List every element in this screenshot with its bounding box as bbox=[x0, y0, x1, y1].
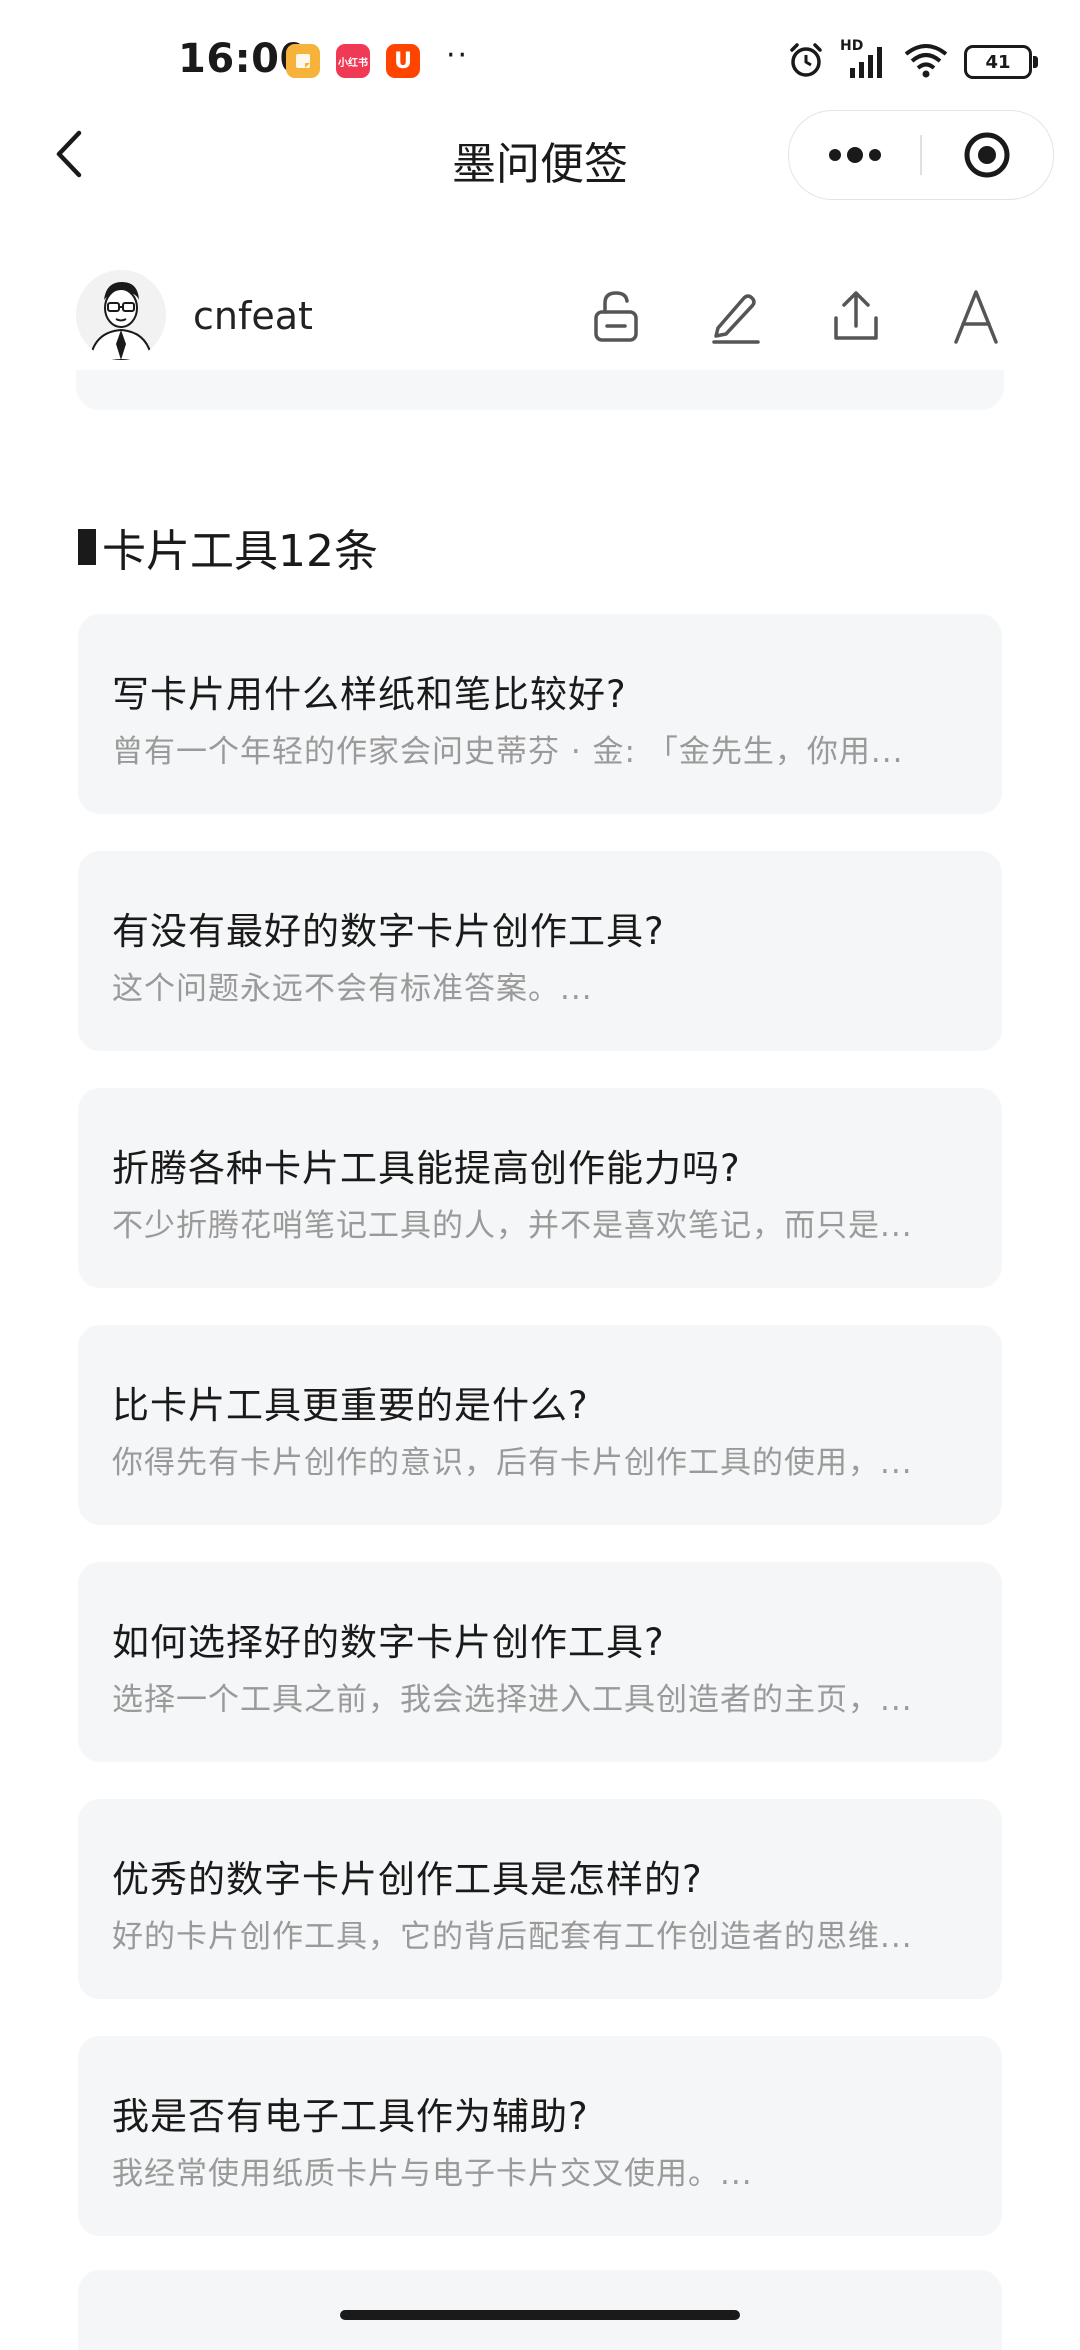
more-dots-icon bbox=[828, 147, 881, 163]
note-card-summary: 你得先有卡片创作的意识，后有卡片创作工具的使用，... bbox=[112, 1445, 913, 1481]
previous-card-bottom bbox=[76, 370, 1004, 410]
nav-bar: 墨问便签 bbox=[0, 110, 1080, 200]
more-notifications-icon: ·· bbox=[446, 38, 470, 73]
wifi-icon bbox=[902, 40, 950, 84]
font-size-button[interactable] bbox=[948, 288, 1004, 344]
author-name[interactable]: cnfeat bbox=[193, 294, 313, 338]
note-card-summary: 我经常使用纸质卡片与电子卡片交叉使用。... bbox=[112, 2156, 753, 2192]
target-circle-icon bbox=[964, 132, 1010, 178]
section-title: 卡片工具12条 bbox=[78, 515, 378, 579]
note-card[interactable]: 优秀的数字卡片创作工具是怎样的? 好的卡片创作工具，它的背后配套有工作创造者的思… bbox=[78, 1799, 1002, 1999]
pencil-icon bbox=[712, 294, 760, 344]
note-card-summary: 好的卡片创作工具，它的背后配套有工作创造者的思维... bbox=[112, 1919, 913, 1955]
note-card-title: 比卡片工具更重要的是什么? bbox=[112, 1384, 589, 1427]
share-button[interactable] bbox=[828, 288, 884, 344]
avatar[interactable] bbox=[76, 270, 166, 360]
note-card-title: 折腾各种卡片工具能提高创作能力吗? bbox=[112, 1147, 741, 1190]
note-card-title: 我是否有电子工具作为辅助? bbox=[112, 2095, 589, 2138]
signal-hd-label: HD bbox=[840, 38, 864, 54]
battery-indicator: 41 bbox=[964, 45, 1038, 79]
note-card-title: 优秀的数字卡片创作工具是怎样的? bbox=[112, 1858, 703, 1901]
mini-program-capsule bbox=[788, 110, 1054, 200]
section-marker bbox=[78, 529, 96, 565]
section-title-text: 卡片工具12条 bbox=[102, 526, 378, 577]
edit-button[interactable] bbox=[708, 288, 764, 344]
cellular-signal-icon: HD bbox=[840, 38, 888, 82]
author-row: cnfeat bbox=[76, 270, 1004, 370]
notes-app-icon bbox=[286, 44, 320, 78]
note-card[interactable]: 有没有最好的数字卡片创作工具? 这个问题永远不会有标准答案。... bbox=[78, 851, 1002, 1051]
home-indicator[interactable] bbox=[340, 2310, 740, 2320]
unlock-icon bbox=[594, 291, 638, 342]
note-card-summary: 曾有一个年轻的作家会问史蒂芬 · 金: 「金先生，你用... bbox=[112, 734, 904, 770]
share-icon bbox=[834, 291, 878, 340]
more-options-button[interactable] bbox=[789, 111, 920, 199]
alarm-icon bbox=[786, 40, 826, 84]
status-right-icons: HD 41 bbox=[786, 38, 1038, 84]
note-card-title: 写卡片用什么样纸和笔比较好? bbox=[112, 673, 627, 716]
note-card[interactable]: 折腾各种卡片工具能提高创作能力吗? 不少折腾花哨笔记工具的人，并不是喜欢笔记，而… bbox=[78, 1088, 1002, 1288]
status-bar: 16:00 小红书 U ·· HD 41 bbox=[0, 0, 1080, 120]
unlock-button[interactable] bbox=[588, 288, 644, 344]
note-card[interactable]: 写卡片用什么样纸和笔比较好? 曾有一个年轻的作家会问史蒂芬 · 金: 「金先生，… bbox=[78, 614, 1002, 814]
note-card[interactable]: 我是否有电子工具作为辅助? 我经常使用纸质卡片与电子卡片交叉使用。... bbox=[78, 2036, 1002, 2236]
note-card-title: 有没有最好的数字卡片创作工具? bbox=[112, 910, 665, 953]
note-card-summary: 这个问题永远不会有标准答案。... bbox=[112, 971, 593, 1007]
font-letter-icon bbox=[954, 290, 998, 344]
note-card-title: 如何选择好的数字卡片创作工具? bbox=[112, 1621, 665, 1664]
note-card-summary: 不少折腾花哨笔记工具的人，并不是喜欢笔记，而只是... bbox=[112, 1208, 913, 1244]
note-card[interactable]: 如何选择好的数字卡片创作工具? 选择一个工具之前，我会选择进入工具创造者的主页，… bbox=[78, 1562, 1002, 1762]
taobao-app-icon: U bbox=[386, 44, 420, 78]
note-card-summary: 选择一个工具之前，我会选择进入工具创造者的主页，... bbox=[112, 1682, 913, 1718]
xiaohongshu-app-icon: 小红书 bbox=[336, 44, 370, 78]
note-card[interactable]: 比卡片工具更重要的是什么? 你得先有卡片创作的意识，后有卡片创作工具的使用，..… bbox=[78, 1325, 1002, 1525]
close-mini-program-button[interactable] bbox=[922, 111, 1053, 199]
